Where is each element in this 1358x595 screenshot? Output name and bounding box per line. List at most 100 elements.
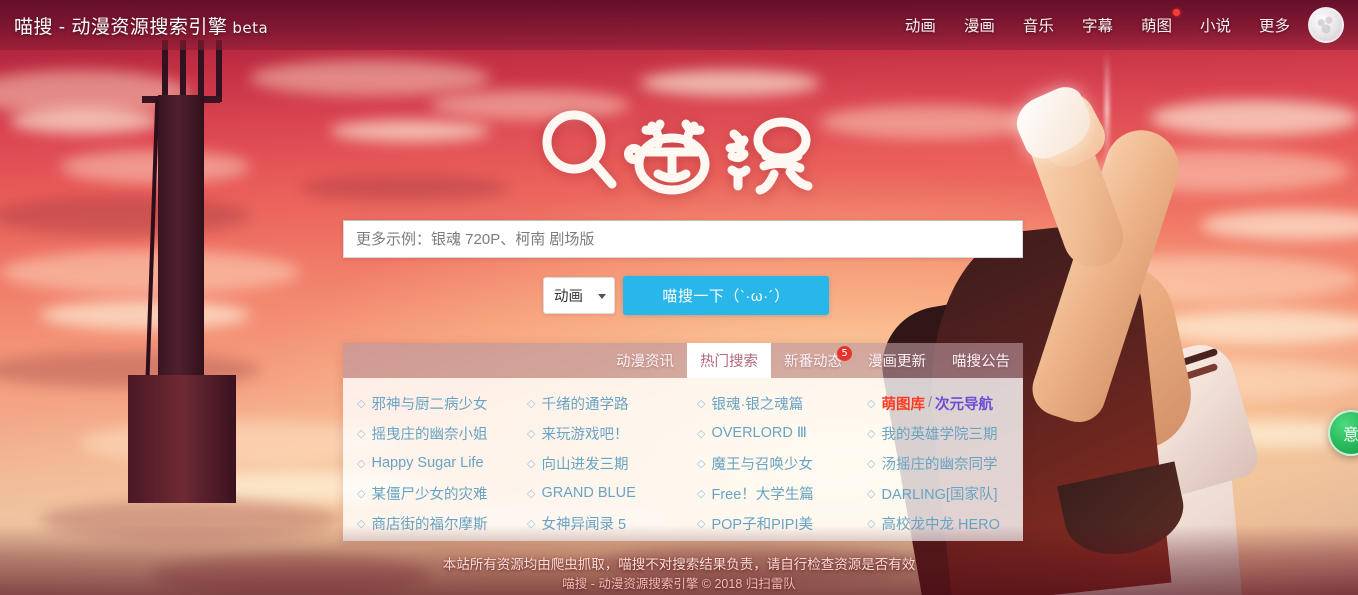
list-item-link[interactable]: 邪神与厨二病少女 xyxy=(371,393,487,414)
list-item[interactable]: ◇ OVERLORD Ⅲ xyxy=(683,418,853,448)
nav-label: 萌图 xyxy=(1140,18,1172,35)
nav-item-novel[interactable]: 小说 xyxy=(1200,14,1231,36)
nav-item-moe-images[interactable]: 萌图 xyxy=(1140,9,1180,36)
diamond-bullet-icon: ◇ xyxy=(697,487,706,500)
search-button[interactable]: 喵搜一下（`·ω·´） xyxy=(623,276,829,315)
hot-search-list: ◇ 邪神与厨二病少女 ◇ 千绪的通学路 ◇ 银魂·银之魂篇 ◇ 萌图库 / 次元导航 … xyxy=(343,378,1023,541)
list-item-link[interactable]: Happy Sugar Life xyxy=(371,455,483,471)
list-item-link[interactable]: 我的英雄学院三期 xyxy=(881,423,997,444)
diamond-bullet-icon: ◇ xyxy=(527,487,536,500)
search-box xyxy=(343,220,1023,258)
main-nav: 动画 漫画 音乐 字幕 萌图 小说 更多 xyxy=(905,9,1290,36)
tab-badge-count: 5 xyxy=(837,346,852,361)
list-item-featured[interactable]: ◇ 萌图库 / 次元导航 xyxy=(853,388,1023,418)
fab-label: 意 xyxy=(1342,427,1358,444)
nav-item-more[interactable]: 更多 xyxy=(1259,14,1290,36)
diamond-bullet-icon: ◇ xyxy=(697,427,706,440)
list-item-link[interactable]: 某僵尸少女的灾难 xyxy=(371,483,487,504)
category-select-value: 动画 xyxy=(554,289,583,305)
panel-tabs: 动漫资讯 热门搜索 新番动态 5 漫画更新 喵搜公告 xyxy=(343,343,1023,378)
list-item-link[interactable]: Free！大学生篇 xyxy=(711,483,813,504)
list-item-link[interactable]: 魔王与召唤少女 xyxy=(711,453,813,474)
list-item[interactable]: ◇ DARLING[国家队] xyxy=(853,478,1023,508)
list-item[interactable]: ◇ Free！大学生篇 xyxy=(683,478,853,508)
list-item[interactable]: ◇ 向山进发三期 xyxy=(513,448,683,478)
list-item[interactable]: ◇ Happy Sugar Life xyxy=(343,448,513,478)
diamond-bullet-icon: ◇ xyxy=(527,457,536,470)
nav-item-subtitle[interactable]: 字幕 xyxy=(1082,14,1113,36)
tab-label: 新番动态 xyxy=(784,354,842,370)
diamond-bullet-icon: ◇ xyxy=(357,427,366,440)
tab-label: 动漫资讯 xyxy=(616,354,674,370)
diamond-bullet-icon: ◇ xyxy=(867,487,876,500)
list-item-link[interactable]: 摇曳庄的幽奈小姐 xyxy=(371,423,487,444)
site-brand-beta: beta xyxy=(232,18,269,37)
avatar[interactable] xyxy=(1308,7,1344,43)
nav-label: 更多 xyxy=(1258,18,1290,35)
list-item-link[interactable]: 银魂·银之魂篇 xyxy=(711,393,803,414)
nav-item-anime[interactable]: 动画 xyxy=(905,14,936,36)
new-badge-dot-icon xyxy=(1172,9,1180,16)
list-item[interactable]: ◇ 摇曳庄的幽奈小姐 xyxy=(343,418,513,448)
top-navigation-bar: 喵搜 - 动漫资源搜索引擎 beta 动画 漫画 音乐 字幕 萌图 小说 更多 xyxy=(0,0,1358,50)
list-item-link[interactable]: 汤摇庄的幽奈同学 xyxy=(881,453,997,474)
tab-anime-news[interactable]: 动漫资讯 xyxy=(603,343,687,378)
list-item-link[interactable]: OVERLORD Ⅲ xyxy=(711,425,806,441)
list-item[interactable]: ◇ 千绪的通学路 xyxy=(513,388,683,418)
magnifier-icon xyxy=(542,110,813,195)
tab-label: 喵搜公告 xyxy=(952,354,1010,370)
diamond-bullet-icon: ◇ xyxy=(697,457,706,470)
tab-manga-update[interactable]: 漫画更新 xyxy=(855,343,939,378)
diamond-bullet-icon: ◇ xyxy=(867,397,876,410)
list-item-link[interactable]: 向山进发三期 xyxy=(541,453,628,474)
diamond-bullet-icon: ◇ xyxy=(867,427,876,440)
search-controls: 动画 喵搜一下（`·ω·´） xyxy=(543,276,829,315)
category-select[interactable]: 动画 xyxy=(543,277,615,314)
link-dimension-nav[interactable]: 次元导航 xyxy=(935,393,993,414)
list-item[interactable]: ◇ 某僵尸少女的灾难 xyxy=(343,478,513,508)
tab-hot-search[interactable]: 热门搜索 xyxy=(687,343,771,378)
diamond-bullet-icon: ◇ xyxy=(697,397,706,410)
nav-label: 音乐 xyxy=(1022,18,1054,35)
diamond-bullet-icon: ◇ xyxy=(357,397,366,410)
tab-label: 漫画更新 xyxy=(868,354,926,370)
chevron-down-icon xyxy=(598,293,606,299)
link-moe-gallery[interactable]: 萌图库 xyxy=(881,393,925,414)
diamond-bullet-icon: ◇ xyxy=(867,457,876,470)
list-item[interactable]: ◇ 来玩游戏吧！ xyxy=(513,418,683,448)
site-brand[interactable]: 喵搜 - 动漫资源搜索引擎 beta xyxy=(14,12,268,39)
diamond-bullet-icon: ◇ xyxy=(527,427,536,440)
list-item-link[interactable]: DARLING[国家队] xyxy=(881,483,997,504)
info-panel: 动漫资讯 热门搜索 新番动态 5 漫画更新 喵搜公告 ◇ 邪神与厨二病少女 ◇ 千绪… xyxy=(343,343,1023,541)
site-logo[interactable] xyxy=(0,104,1358,200)
tower-silhouette xyxy=(120,40,248,503)
diamond-bullet-icon: ◇ xyxy=(357,457,366,470)
list-item[interactable]: ◇ 汤摇庄的幽奈同学 xyxy=(853,448,1023,478)
list-item[interactable]: ◇ 我的英雄学院三期 xyxy=(853,418,1023,448)
page-footer: 本站所有资源均由爬虫抓取，喵搜不对搜索结果负责，请自行检查资源是否有效 喵搜 -… xyxy=(0,555,1358,595)
list-item[interactable]: ◇ 魔王与召唤少女 xyxy=(683,448,853,478)
list-item[interactable]: ◇ GRAND BLUE xyxy=(513,478,683,508)
site-brand-title: 喵搜 - 动漫资源搜索引擎 xyxy=(14,16,228,38)
search-input[interactable] xyxy=(343,220,1023,258)
footer-disclaimer: 本站所有资源均由爬虫抓取，喵搜不对搜索结果负责，请自行检查资源是否有效 xyxy=(442,557,916,572)
list-item-link[interactable]: 千绪的通学路 xyxy=(541,393,628,414)
nav-label: 小说 xyxy=(1199,18,1231,35)
list-item-link[interactable]: GRAND BLUE xyxy=(541,485,635,501)
nav-label: 字幕 xyxy=(1081,18,1113,35)
list-item[interactable]: ◇ 银魂·银之魂篇 xyxy=(683,388,853,418)
diamond-bullet-icon: ◇ xyxy=(527,397,536,410)
tab-announcement[interactable]: 喵搜公告 xyxy=(939,343,1023,378)
tab-label: 热门搜索 xyxy=(700,354,758,370)
nav-item-music[interactable]: 音乐 xyxy=(1023,14,1054,36)
page-root: 喵搜 - 动漫资源搜索引擎beta 动画 漫画 音乐 字幕 萌图 小说 更多 xyxy=(0,0,1358,595)
list-item[interactable]: ◇ 邪神与厨二病少女 xyxy=(343,388,513,418)
nav-item-manga[interactable]: 漫画 xyxy=(964,14,995,36)
footer-copyright: 喵搜 - 动漫资源搜索引擎 © 2018 归扫雷队 xyxy=(562,577,796,591)
diamond-bullet-icon: ◇ xyxy=(357,487,366,500)
nav-label: 漫画 xyxy=(963,18,995,35)
link-separator: / xyxy=(927,395,932,411)
nav-label: 动画 xyxy=(904,18,936,35)
list-item-link[interactable]: 来玩游戏吧！ xyxy=(541,423,628,444)
tab-new-season[interactable]: 新番动态 5 xyxy=(771,343,855,378)
